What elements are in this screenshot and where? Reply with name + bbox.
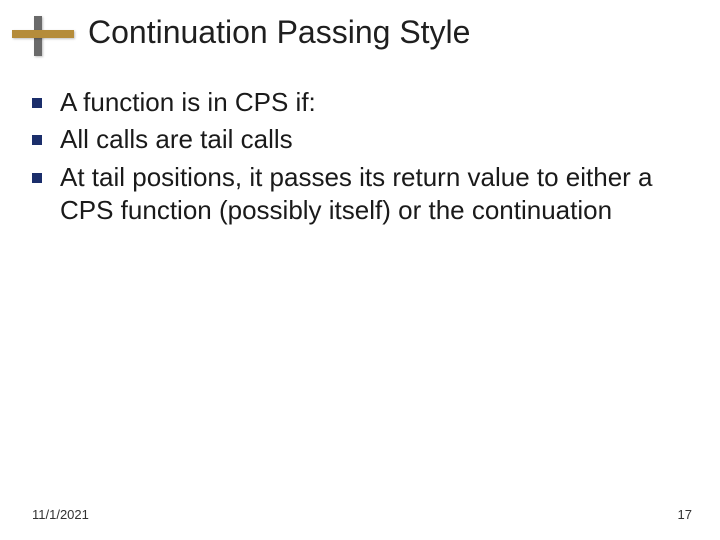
bullet-text: All calls are tail calls <box>60 123 692 156</box>
title-bar-horizontal <box>12 30 74 38</box>
bullet-text: At tail positions, it passes its return … <box>60 161 692 228</box>
list-item: A function is in CPS if: <box>32 86 692 119</box>
bullet-icon <box>32 135 42 145</box>
list-item: All calls are tail calls <box>32 123 692 156</box>
list-item: At tail positions, it passes its return … <box>32 161 692 228</box>
bullet-icon <box>32 98 42 108</box>
bullet-icon <box>32 173 42 183</box>
footer-page-number: 17 <box>678 507 692 522</box>
bullet-text: A function is in CPS if: <box>60 86 692 119</box>
footer-date: 11/1/2021 <box>32 507 89 522</box>
slide-title: Continuation Passing Style <box>88 14 470 51</box>
slide-body: A function is in CPS if: All calls are t… <box>32 86 692 231</box>
